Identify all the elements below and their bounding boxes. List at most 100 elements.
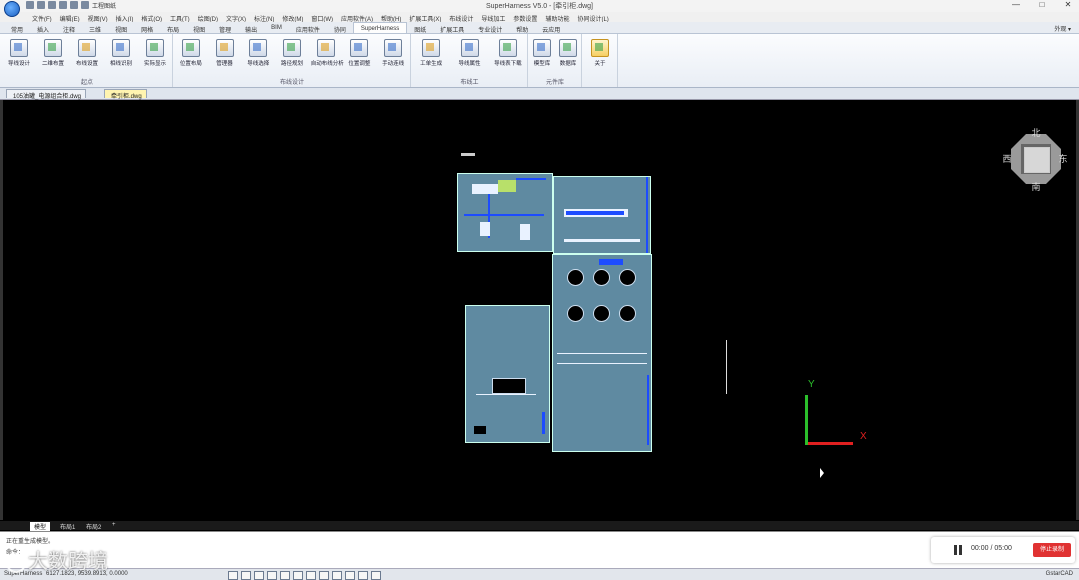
ribbon-tab[interactable]: 注释 — [56, 22, 82, 34]
ribbon-tab[interactable]: 专业设计 — [471, 22, 509, 34]
view-cube-west[interactable]: 西 — [1001, 152, 1013, 165]
ribbon-tool-button[interactable]: 导线表下载 — [493, 39, 523, 67]
ribbon-tab[interactable]: 网格 — [134, 22, 160, 34]
ribbon-tool-button[interactable]: 导线设计 — [4, 39, 34, 67]
panel-door — [465, 305, 550, 443]
watermark-text: 大数跨境 — [28, 549, 108, 573]
tool-label: 导线选择 — [247, 61, 270, 67]
menu-item[interactable]: 标注(N) — [250, 12, 278, 23]
stop-recording-button[interactable]: 停止录制 — [1033, 543, 1071, 557]
ribbon-tab[interactable]: 云应用 — [535, 22, 567, 34]
doc-tab-1[interactable]: 105油罐_电源组合柜.dwg — [6, 89, 87, 100]
ribbon-tab[interactable]: SuperHarness — [352, 22, 408, 33]
ribbon-group-label: 起点 — [80, 80, 93, 86]
menu-item[interactable]: 绘图(D) — [194, 12, 222, 23]
ribbon-tool-button[interactable]: 数据库 — [553, 39, 583, 67]
ribbon-tool-button[interactable]: 自动布线分析 — [311, 39, 344, 67]
ribbon-tab[interactable]: 应用软件 — [289, 22, 327, 34]
command-line: 正在重生成模型。 命令： 00:00 / 05:00 停止录制 — [0, 531, 1079, 569]
ribbon-tool-button[interactable]: 实际显示 — [140, 39, 170, 67]
menu-item[interactable]: 协同设计(L) — [573, 12, 612, 23]
app-logo-icon[interactable] — [4, 1, 20, 17]
ribbon-tab[interactable]: 三维 — [82, 22, 108, 34]
drawing-canvas[interactable]: Y X — [0, 100, 1079, 520]
menu-bar: 文件(F) 编辑(E) 视图(V) 插入(I) 格式(O) 工具(T) 绘图(D) 文字(X)… — [0, 12, 1079, 23]
ribbon-tab[interactable]: 图纸 — [407, 22, 433, 34]
menu-item[interactable]: 应用软件(A) — [337, 12, 377, 23]
ribbon-tool-button[interactable]: 关于 — [585, 39, 615, 67]
ribbon-tool-button[interactable]: 相线识别 — [106, 39, 136, 67]
view-cube-east[interactable]: 东 — [1057, 152, 1069, 165]
menu-item[interactable]: 布线设计 — [445, 12, 477, 23]
component-block — [472, 184, 498, 194]
ribbon-tab[interactable]: 常用 — [4, 22, 30, 34]
doc-tab-2[interactable]: 牵引柜.dwg — [104, 89, 147, 100]
menu-item[interactable]: 插入(I) — [112, 12, 138, 23]
close-button[interactable]: ✕ — [1061, 0, 1075, 9]
ribbon-tab[interactable]: 扩展工具 — [433, 22, 471, 34]
ribbon-tab[interactable]: 协同 — [327, 22, 353, 34]
ribbon-tab[interactable]: 视图 — [186, 22, 212, 34]
view-cube[interactable]: 北 南 东 西 — [1002, 126, 1069, 193]
ribbon-tab[interactable]: 输出 — [238, 22, 264, 34]
ribbon-tool-button[interactable]: 路径规划 — [277, 39, 307, 67]
wire-line — [464, 214, 544, 216]
menu-item[interactable]: 辅助功能 — [541, 12, 573, 23]
ribbon-tab[interactable]: 插入 — [30, 22, 56, 34]
view-cube-north[interactable]: 北 — [1030, 126, 1042, 139]
menu-item[interactable]: 修改(M) — [278, 12, 307, 23]
title-bar: 工程图纸 SuperHarness V5.0 - [牵引柜.dwg] — □ ✕ — [0, 0, 1079, 17]
pause-icon[interactable] — [953, 545, 963, 555]
layout-tabs: 模型 布局1 布局2 + — [0, 521, 1079, 531]
menu-item[interactable]: 格式(O) — [137, 12, 166, 23]
menu-item[interactable]: 工具(T) — [166, 12, 194, 23]
ribbon-tab[interactable]: BIM — [264, 22, 289, 33]
ribbon-tool-button[interactable]: 管理器 — [210, 39, 240, 67]
status-bar: SuperHarness 6127.1823, 9539.8913, 0.000… — [0, 568, 1079, 580]
cutout-hole — [567, 269, 584, 286]
menu-item[interactable]: 帮助(H) — [377, 12, 405, 23]
ribbon-tool-button[interactable]: 手动连线 — [378, 39, 408, 67]
layout-tab-add[interactable]: + — [108, 522, 120, 528]
ribbon-tab[interactable]: 视图 — [108, 22, 134, 34]
view-cube-face[interactable] — [1024, 147, 1050, 173]
tool-icon — [112, 39, 130, 57]
ribbon-tab[interactable]: 管理 — [212, 22, 238, 34]
appearance-dropdown[interactable]: 外观 ▾ — [1054, 24, 1071, 33]
maximize-button[interactable]: □ — [1035, 0, 1049, 9]
ribbon-tab[interactable]: 帮助 — [509, 22, 535, 34]
menu-item[interactable]: 视图(V) — [84, 12, 112, 23]
minimize-button[interactable]: — — [1009, 0, 1023, 9]
tool-icon — [591, 39, 609, 57]
view-cube-south[interactable]: 南 — [1030, 180, 1042, 193]
ribbon-group: 关于 — [583, 34, 618, 87]
tool-icon — [422, 39, 441, 57]
menu-item[interactable]: 导线加工 — [477, 12, 509, 23]
ribbon-tool-button[interactable]: 导线选择 — [243, 39, 273, 67]
ribbon-tool-button[interactable]: 布线设置 — [72, 39, 102, 67]
ribbon-tool-button[interactable]: 工单生成 — [416, 39, 446, 67]
layout-tab-model[interactable]: 模型 — [30, 522, 51, 531]
ribbon-tool-button[interactable]: 位置调整 — [344, 39, 374, 67]
menu-item[interactable]: 编辑(E) — [56, 12, 84, 23]
ribbon-tool-button[interactable]: 位置布局 — [176, 39, 206, 67]
menu-item[interactable]: 参数设置 — [509, 12, 541, 23]
window-cutout — [474, 426, 486, 434]
menu-item[interactable]: 文件(F) — [28, 12, 56, 23]
menu-item[interactable]: 文字(X) — [222, 12, 250, 23]
ribbon-group: 导线设计 二维布置 布线设置 相线识别 实际显示起点 — [2, 34, 173, 87]
tool-icon — [498, 39, 517, 57]
layout-tab-2[interactable]: 布局2 — [82, 522, 105, 531]
tool-label: 二维布置 — [41, 61, 64, 67]
menu-item[interactable]: 窗口(W) — [307, 12, 337, 23]
layout-tab-1[interactable]: 布局1 — [56, 522, 79, 531]
ribbon-tab[interactable]: 布局 — [160, 22, 186, 34]
divider-line — [557, 363, 647, 364]
ribbon-tool-button[interactable]: 导线属性 — [455, 39, 485, 67]
recording-player: 00:00 / 05:00 停止录制 — [931, 537, 1075, 563]
wire-line — [647, 375, 649, 445]
ribbon-tool-button[interactable]: 二维布置 — [38, 39, 68, 67]
menu-item[interactable]: 扩展工具(X) — [405, 12, 445, 23]
tool-icon — [350, 39, 369, 57]
ribbon-group-label: 元件库 — [545, 80, 564, 86]
